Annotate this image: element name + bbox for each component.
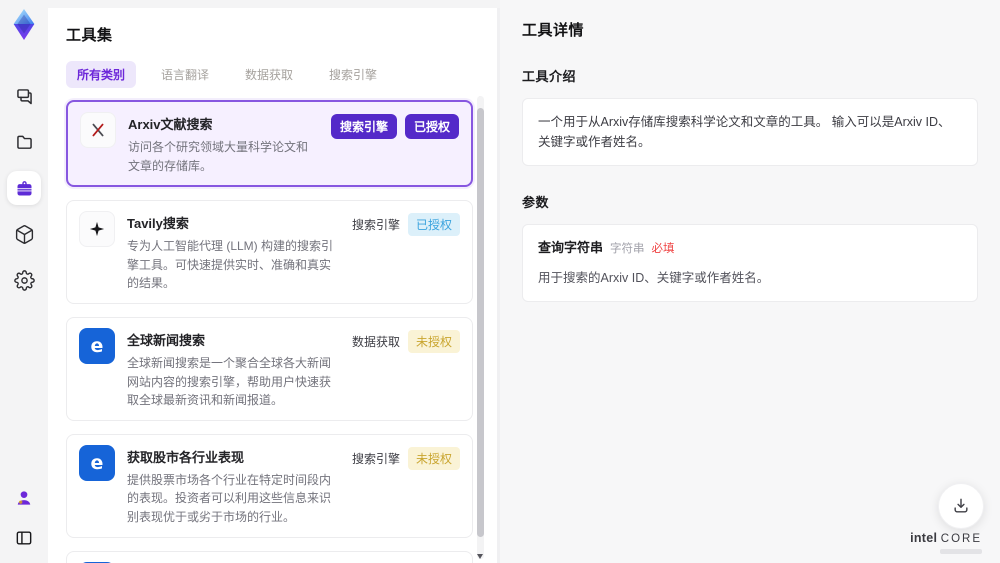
- finance-app-icon: e: [79, 444, 115, 481]
- folder-icon[interactable]: [7, 125, 41, 159]
- tool-description: 全球新闻搜索是一个聚合全球各大新闻网站内容的搜索引擎，帮助用户快速获取全球最新资…: [127, 355, 332, 408]
- user-avatar-icon[interactable]: [7, 481, 41, 515]
- chat-icon[interactable]: [7, 79, 41, 113]
- tool-description: 访问各个研究领域大量科学论文和文章的存储库。: [128, 140, 309, 173]
- brand-intel: intel: [910, 530, 938, 545]
- package-icon[interactable]: [7, 217, 41, 251]
- tab-data-fetch[interactable]: 数据获取: [234, 61, 304, 88]
- download-button[interactable]: [938, 483, 984, 529]
- tool-name: 全球新闻搜索: [127, 332, 206, 348]
- intro-card: 一个用于从Arxiv存储库搜索科学论文和文章的工具。 输入可以是Arxiv ID…: [522, 98, 978, 166]
- intel-core-logo: intel CORE: [910, 530, 982, 554]
- tool-name: Tavily搜索: [127, 216, 189, 232]
- brand-decoration-bar: [940, 549, 982, 554]
- tool-card-tavily[interactable]: Tavily搜索 专为人工智能代理 (LLM) 构建的搜索引擎工具。可快速提供实…: [66, 200, 473, 304]
- panel-toggle-icon[interactable]: [7, 521, 41, 555]
- download-icon: [954, 498, 968, 513]
- tool-detail-panel: 工具详情 工具介绍 一个用于从Arxiv存储库搜索科学论文和文章的工具。 输入可…: [500, 0, 1000, 563]
- scroll-down-arrow-icon[interactable]: [477, 554, 483, 559]
- param-type: 字符串: [610, 243, 645, 255]
- detail-title: 工具详情: [522, 22, 585, 39]
- tab-search-engine[interactable]: 搜索引擎: [318, 61, 388, 88]
- app-logo-gem-icon: [8, 8, 40, 47]
- brand-core: CORE: [940, 532, 982, 545]
- tab-all-categories[interactable]: 所有类别: [66, 61, 137, 88]
- category-tabs: 所有类别 语言翻译 数据获取 搜索引擎: [66, 61, 473, 88]
- param-description: 用于搜索的Arxiv ID、关键字或作者姓名。: [538, 270, 770, 285]
- param-required-flag: 必填: [651, 243, 675, 255]
- tab-language-translation[interactable]: 语言翻译: [150, 61, 220, 88]
- tool-name: 获取股市各行业表现: [127, 449, 245, 465]
- category-label: 搜索引擎: [351, 218, 400, 233]
- list-scrollbar: [477, 96, 484, 559]
- category-label: 搜索引擎: [351, 451, 400, 466]
- page-title: 工具集: [66, 27, 113, 44]
- sidebar-nav: [7, 79, 41, 297]
- scrollbar-thumb[interactable]: [477, 108, 484, 537]
- category-label: 数据获取: [351, 334, 400, 349]
- sidebar-bottom: [7, 481, 41, 555]
- tool-card-active-stocks[interactable]: e 获取市场最活跃股票信息 提供当天交易量最高的股票列表，投资者可以利用这些信息…: [66, 550, 473, 563]
- tavily-star-icon: [79, 211, 115, 248]
- arxiv-x-icon: [80, 112, 116, 148]
- sidebar-rail: [0, 0, 48, 563]
- params-heading: 参数: [522, 195, 550, 210]
- settings-gear-icon[interactable]: [7, 263, 41, 297]
- tool-description: 提供股票市场各个行业在特定时间段内的表现。投资者可以利用这些信息来识别表现优于或…: [127, 472, 332, 524]
- auth-status-badge: 未授权: [407, 446, 460, 470]
- param-card: 查询字符串 字符串 必填 用于搜索的Arxiv ID、关键字或作者姓名。: [522, 224, 978, 302]
- tool-name: Arxiv文献搜索: [128, 117, 213, 132]
- tool-description: 专为人工智能代理 (LLM) 构建的搜索引擎工具。可快速提供实时、准确和真实的结…: [127, 239, 334, 291]
- news-app-icon: e: [79, 327, 115, 364]
- auth-status-badge: 未授权: [407, 329, 460, 353]
- intro-heading: 工具介绍: [522, 69, 577, 84]
- tool-card-global-news[interactable]: e 全球新闻搜索 全球新闻搜索是一个聚合全球各大新闻网站内容的搜索引擎，帮助用户…: [66, 316, 473, 421]
- auth-status-badge: 已授权: [407, 213, 460, 237]
- tool-list: Arxiv文献搜索 访问各个研究领域大量科学论文和文章的存储库。 搜索引擎 已授…: [66, 100, 473, 563]
- tool-card-arxiv[interactable]: Arxiv文献搜索 访问各个研究领域大量科学论文和文章的存储库。 搜索引擎 已授…: [66, 100, 473, 188]
- tool-card-stock-sectors[interactable]: e 获取股市各行业表现 提供股票市场各个行业在特定时间段内的表现。投资者可以利用…: [66, 433, 473, 538]
- param-name: 查询字符串: [538, 240, 604, 255]
- tool-list-panel: 工具集 所有类别 语言翻译 数据获取 搜索引擎 Arxiv文献搜索 访问各个研究…: [48, 8, 500, 563]
- auth-status-badge: 已授权: [404, 114, 459, 139]
- toolbox-icon[interactable]: [7, 171, 41, 205]
- category-badge: 搜索引擎: [330, 114, 397, 139]
